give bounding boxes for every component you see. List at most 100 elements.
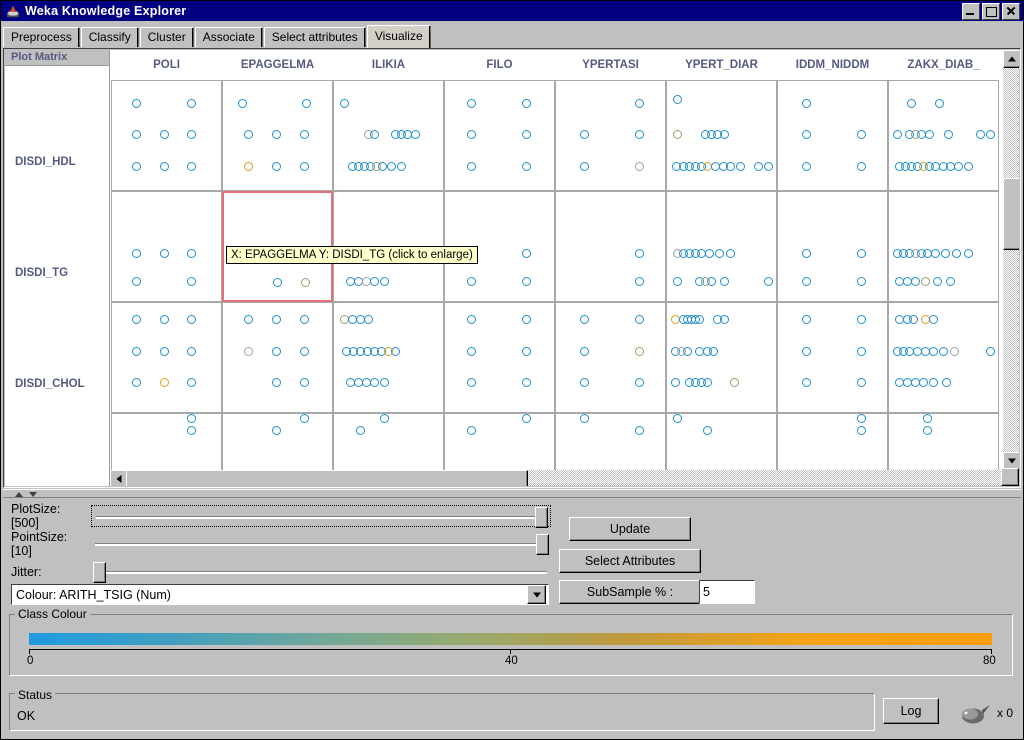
data-point	[243, 314, 253, 324]
data-point	[466, 346, 476, 356]
data-point	[187, 130, 197, 140]
scatter-cell-zakx_diab_-disdi_hdl[interactable]	[888, 80, 999, 191]
data-point	[187, 277, 197, 287]
data-point	[857, 425, 867, 435]
data-point	[635, 425, 645, 435]
scatter-cell-ypertasi-disdi_tg[interactable]	[555, 191, 666, 302]
scatter-cell-ypertasi-disdi_chol[interactable]	[555, 302, 666, 413]
scroll-up-button[interactable]	[1003, 50, 1019, 68]
data-point	[635, 162, 645, 172]
data-point	[369, 277, 379, 287]
scatter-cell-iddm_niddm-disdi_chol[interactable]	[777, 302, 888, 413]
plot-matrix-viewport: Plot Matrix DISDI_HDL DISDI_TG DISDI_CHO…	[5, 50, 1019, 486]
column-header-ypertasi: YPERTASI	[582, 59, 639, 71]
horizontal-scroll-thumb[interactable]	[126, 470, 528, 486]
scatter-cell-ypert_diar-disdi_tg[interactable]	[666, 191, 777, 302]
scatter-cell-zakx_diab_-disdi_chol[interactable]	[888, 302, 999, 413]
subsample-input[interactable]: 5	[699, 580, 755, 604]
data-point	[369, 130, 379, 140]
weka-bird-icon[interactable]	[956, 703, 992, 725]
scatter-cell-filo-disdi_hdl[interactable]	[444, 80, 555, 191]
plotsize-label: PlotSize: [500]	[11, 502, 61, 530]
data-point	[579, 162, 589, 172]
scatter-cell-ypert_diar-disdi_hdl[interactable]	[666, 80, 777, 191]
data-point	[857, 130, 867, 140]
data-point	[237, 98, 247, 108]
scatter-cell-iddm_niddm-disdi_hdl[interactable]	[777, 80, 888, 191]
running-task-count: x 0	[997, 706, 1014, 720]
minimize-icon	[966, 12, 974, 15]
scatter-cell-epaggelma-disdi_hdl[interactable]	[222, 80, 333, 191]
scatter-cell-iddm_niddm-disdi_tg[interactable]	[777, 191, 888, 302]
scatter-cell-ilikia-disdi_chol[interactable]	[333, 302, 444, 413]
data-point	[857, 277, 867, 287]
data-point	[522, 162, 532, 172]
row-label-column: Plot Matrix DISDI_HDL DISDI_TG DISDI_CHO…	[5, 50, 110, 486]
minimize-button[interactable]	[962, 2, 980, 20]
split-pane-divider[interactable]	[3, 489, 1021, 498]
log-button[interactable]: Log	[883, 698, 939, 724]
data-point	[720, 314, 730, 324]
tab-select-attributes[interactable]: Select attributes	[263, 27, 366, 47]
colour-combobox-arrow[interactable]	[527, 585, 546, 604]
data-point	[411, 130, 421, 140]
close-button[interactable]	[1002, 2, 1020, 20]
data-point	[187, 378, 197, 388]
data-point	[243, 162, 253, 172]
data-point	[131, 378, 141, 388]
data-point	[682, 346, 692, 356]
weka-logo-icon	[5, 3, 21, 19]
jitter-label: Jitter:	[11, 565, 42, 579]
data-point	[579, 314, 589, 324]
data-point	[391, 346, 401, 356]
data-point	[635, 249, 645, 259]
pointsize-label: PointSize: [10]	[11, 530, 68, 558]
select-attributes-button[interactable]: Select Attributes	[559, 549, 701, 573]
column-header-iddm-niddm: IDDM_NIDDM	[795, 59, 870, 71]
tab-cluster[interactable]: Cluster	[139, 27, 194, 47]
tab-associate[interactable]: Associate	[194, 27, 263, 47]
data-point	[986, 346, 996, 356]
scatter-cell-poli-disdi_hdl[interactable]	[111, 80, 222, 191]
scatter-cell-filo-disdi_chol[interactable]	[444, 302, 555, 413]
jitter-slider[interactable]	[91, 561, 551, 583]
column-header-ypert-diar: YPERT_DIAR	[685, 59, 758, 71]
data-point	[672, 94, 682, 104]
data-point	[672, 277, 682, 287]
data-point	[938, 346, 948, 356]
plotsize-slider[interactable]	[91, 505, 551, 528]
colour-attribute-combobox[interactable]: Colour: ARITH_TSIG (Num)	[11, 584, 549, 605]
data-point	[159, 314, 169, 324]
data-point	[922, 425, 932, 435]
split-collapse-up-icon[interactable]	[15, 492, 23, 497]
vertical-scroll-thumb[interactable]	[1003, 178, 1019, 250]
data-point	[466, 162, 476, 172]
scatter-cell-ilikia-disdi_hdl[interactable]	[333, 80, 444, 191]
maximize-button[interactable]	[982, 2, 1000, 20]
matrix-horizontal-scrollbar[interactable]	[110, 470, 1003, 486]
data-point	[379, 378, 389, 388]
scatter-grid: POLI EPAGGELMA ILIKIA FILO YPERTASI YPERT_DIA…	[110, 50, 1019, 486]
scatter-cell-ypertasi-disdi_hdl[interactable]	[555, 80, 666, 191]
data-point	[726, 162, 736, 172]
scatter-cell-ypert_diar-disdi_chol[interactable]	[666, 302, 777, 413]
tab-classify[interactable]: Classify	[80, 27, 139, 47]
status-group	[9, 693, 875, 731]
matrix-vertical-scrollbar[interactable]	[1003, 50, 1019, 470]
tab-visualize[interactable]: Visualize	[366, 25, 431, 48]
tab-preprocess[interactable]: Preprocess	[3, 27, 80, 47]
update-button[interactable]: Update	[569, 517, 691, 541]
data-point	[131, 314, 141, 324]
scatter-cell-poli-disdi_chol[interactable]	[111, 302, 222, 413]
scatter-cell-zakx_diab_-disdi_tg[interactable]	[888, 191, 999, 302]
data-point	[271, 130, 281, 140]
data-point	[187, 98, 197, 108]
data-point	[300, 413, 310, 423]
subsample-button[interactable]: SubSample % :	[559, 580, 701, 604]
split-collapse-down-icon[interactable]	[29, 492, 37, 497]
data-point	[271, 162, 281, 172]
data-point	[954, 162, 964, 172]
pointsize-slider[interactable]	[91, 533, 551, 555]
scatter-cell-poli-disdi_tg[interactable]	[111, 191, 222, 302]
scatter-cell-epaggelma-disdi_chol[interactable]	[222, 302, 333, 413]
